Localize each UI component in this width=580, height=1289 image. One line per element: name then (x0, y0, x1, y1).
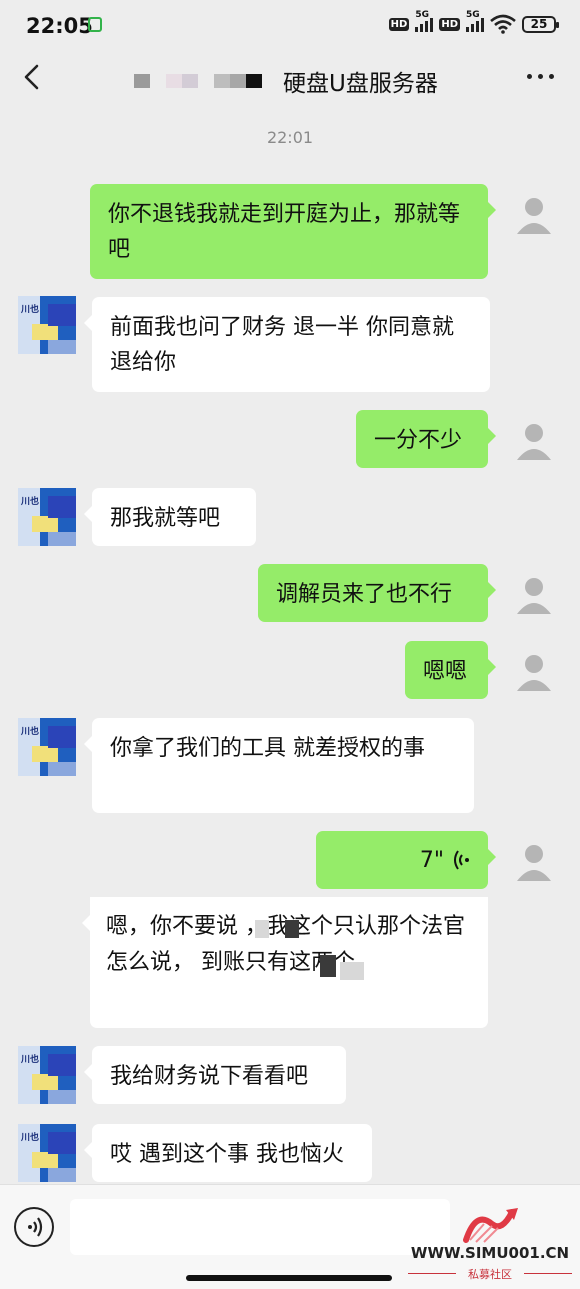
contact-avatar[interactable]: 川也 (18, 1124, 76, 1182)
avatar-text: 川也 (21, 727, 40, 737)
chat-title: 硬盘U盘服务器 (283, 71, 438, 97)
chevron-left-icon[interactable] (18, 62, 48, 92)
redaction-mosaic (255, 920, 269, 938)
message-bubble-in[interactable]: 嗯，你不要说 ，我这个只认那个法官怎么说， 到账只有这两个。 (82, 897, 488, 1028)
watermark: WWW.SIMU001.CN 私募社区 (402, 1200, 578, 1286)
redacted-name-mosaic (134, 74, 270, 88)
message-bubble-in[interactable]: 哎 遇到这个事 我也恼火 (84, 1124, 372, 1182)
cell-signal-icon: 5G (415, 10, 434, 32)
contact-avatar[interactable]: 川也 (18, 488, 76, 546)
cell-signal-icon-2: 5G (466, 10, 484, 32)
contact-avatar[interactable]: 川也 (18, 1046, 76, 1104)
message-bubble-in[interactable]: 我给财务说下看看吧 (84, 1046, 346, 1104)
watermark-logo-icon (463, 1208, 518, 1243)
message-bubble-out[interactable]: 一分不少 (356, 410, 496, 468)
avatar-text: 川也 (21, 497, 40, 507)
ellipsis-icon[interactable] (527, 74, 554, 79)
redaction-mosaic (320, 955, 336, 977)
watermark-subtitle: 私募社区 (468, 1268, 512, 1281)
hd-badge: HD (388, 17, 410, 31)
wifi-icon (490, 14, 516, 34)
voice-wave-icon (28, 1217, 43, 1237)
redaction-mosaic (285, 920, 299, 938)
hd-badge-2: HD (439, 17, 460, 31)
chat-header: 硬盘U盘服务器 (0, 52, 580, 104)
network-type-2: 5G (466, 10, 480, 20)
avatar-text: 川也 (21, 305, 40, 315)
home-indicator[interactable] (186, 1275, 392, 1281)
watermark-url: WWW.SIMU001.CN (410, 1244, 570, 1262)
contact-avatar[interactable]: 川也 (18, 296, 76, 354)
status-icons: HD 5G HD 5G 25 (388, 10, 559, 34)
voice-input-button[interactable] (14, 1207, 54, 1247)
status-time: 22:05 (26, 14, 93, 38)
message-input[interactable] (70, 1199, 450, 1255)
user-avatar-icon[interactable] (512, 839, 556, 883)
contact-avatar[interactable]: 川也 (18, 718, 76, 776)
voice-duration: 7" (419, 847, 444, 873)
network-type: 5G (415, 10, 429, 20)
user-avatar-icon[interactable] (512, 572, 556, 616)
message-timestamp: 22:01 (266, 128, 314, 147)
status-bar: 22:05 HD 5G HD 5G 25 (0, 0, 580, 52)
avatar-text: 川也 (21, 1055, 40, 1065)
voice-message-bubble[interactable]: 7" (316, 831, 496, 889)
message-bubble-in[interactable]: 你拿了我们的工具 就差授权的事 (84, 718, 474, 813)
user-avatar-icon[interactable] (512, 418, 556, 462)
message-bubble-in[interactable]: 前面我也问了财务 退一半 你同意就退给你 (84, 297, 490, 392)
message-bubble-out[interactable]: 调解员来了也不行 (258, 564, 496, 622)
app-notification-icon (88, 17, 102, 32)
voice-wave-icon (454, 850, 469, 870)
avatar-text: 川也 (21, 1133, 40, 1143)
redaction-mosaic (340, 962, 364, 980)
battery-icon: 25 (522, 15, 559, 33)
user-avatar-icon[interactable] (512, 192, 556, 236)
watermark-divider (524, 1273, 572, 1274)
message-bubble-out[interactable]: 你不退钱我就走到开庭为止，那就等吧 (90, 184, 496, 279)
user-avatar-icon[interactable] (512, 649, 556, 693)
message-bubble-in[interactable]: 那我就等吧 (84, 488, 256, 546)
message-bubble-out[interactable]: 嗯嗯 (405, 641, 496, 699)
